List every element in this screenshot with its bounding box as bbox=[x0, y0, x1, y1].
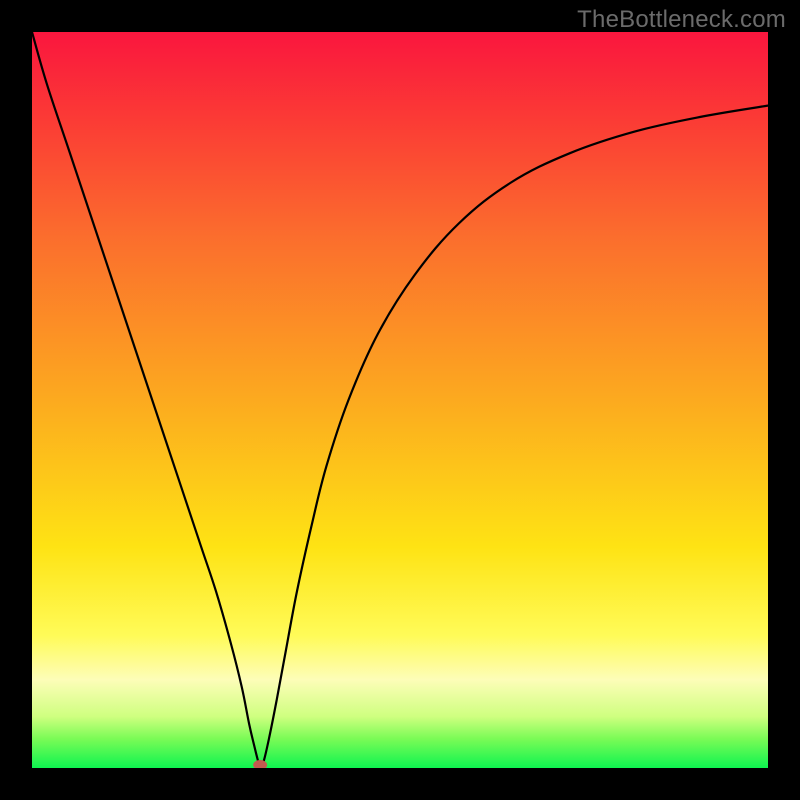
chart-svg bbox=[32, 32, 768, 768]
bottleneck-curve bbox=[32, 32, 768, 768]
watermark-text: TheBottleneck.com bbox=[577, 6, 786, 34]
plot-area bbox=[32, 32, 768, 768]
optimal-point-marker bbox=[253, 760, 267, 768]
outer-frame: TheBottleneck.com bbox=[0, 0, 800, 800]
